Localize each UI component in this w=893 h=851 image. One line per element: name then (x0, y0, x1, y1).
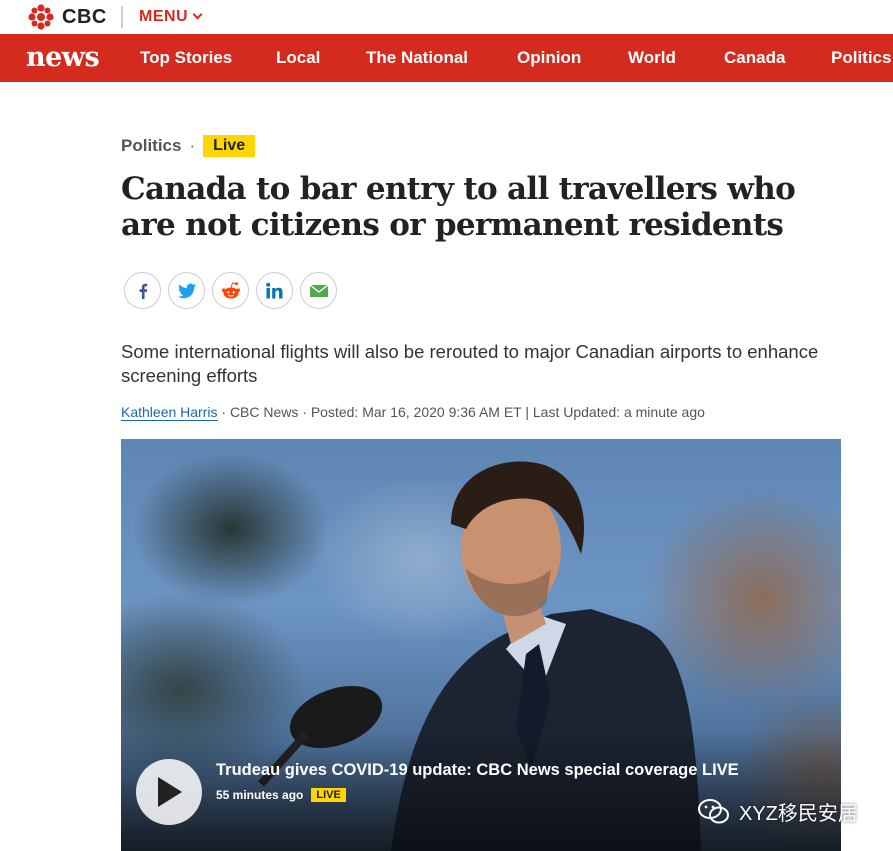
chevron-down-icon (192, 9, 203, 20)
share-bar (124, 272, 337, 309)
cbc-gem-logo-icon[interactable] (28, 4, 54, 30)
wechat-watermark: XYZ移民安居 (697, 797, 858, 826)
reddit-icon (221, 281, 240, 298)
nav-item-local[interactable]: Local (276, 48, 320, 68)
nav-item-opinion[interactable]: Opinion (517, 48, 581, 68)
byline: Kathleen Harris · CBC News · Posted: Mar… (121, 404, 705, 421)
wechat-icon (698, 798, 729, 823)
linkedin-icon (265, 282, 282, 298)
breadcrumb-separator: · (189, 136, 196, 155)
nav-item-world[interactable]: World (628, 48, 676, 68)
byline-meta: · CBC News · Posted: Mar 16, 2020 9:36 A… (217, 404, 705, 420)
nav-item-the-national[interactable]: The National (366, 48, 468, 68)
play-button[interactable] (136, 759, 202, 825)
watermark-text: XYZ移民安居 (739, 803, 858, 825)
live-badge: Live (203, 135, 256, 157)
menu-button[interactable]: MENU (139, 8, 203, 26)
author-link[interactable]: Kathleen Harris (121, 404, 218, 421)
facebook-icon (139, 283, 147, 299)
menu-label: MENU (139, 8, 189, 25)
nav-item-canada[interactable]: Canada (724, 48, 785, 68)
video-player[interactable]: Trudeau gives COVID-19 update: CBC News … (121, 439, 841, 851)
news-nav-bar: news Top Stories Local The National Opin… (0, 34, 893, 82)
video-timestamp: 55 minutes ago (216, 788, 304, 802)
video-caption[interactable]: Trudeau gives COVID-19 update: CBC News … (216, 761, 739, 780)
article-headline: Canada to bar entry to all travellers wh… (121, 171, 796, 243)
nav-item-top-stories[interactable]: Top Stories (140, 48, 232, 68)
news-brand-logo[interactable]: news (26, 42, 100, 73)
share-reddit-button[interactable] (212, 272, 249, 309)
section-link[interactable]: Politics (121, 136, 181, 156)
breadcrumb: Politics · Live (121, 134, 256, 158)
email-icon (309, 283, 328, 297)
video-meta: 55 minutes ago LIVE (216, 788, 346, 802)
play-icon (158, 777, 182, 807)
cbc-wordmark[interactable]: CBC (62, 6, 107, 29)
twitter-icon (177, 283, 196, 298)
share-linkedin-button[interactable] (256, 272, 293, 309)
share-facebook-button[interactable] (124, 272, 161, 309)
share-twitter-button[interactable] (168, 272, 205, 309)
article-deck: Some international flights will also be … (121, 341, 819, 386)
top-bar: CBC MENU (0, 0, 893, 34)
share-email-button[interactable] (300, 272, 337, 309)
video-live-badge: LIVE (311, 788, 346, 802)
nav-item-politics[interactable]: Politics (831, 48, 891, 68)
topbar-divider (121, 6, 123, 28)
